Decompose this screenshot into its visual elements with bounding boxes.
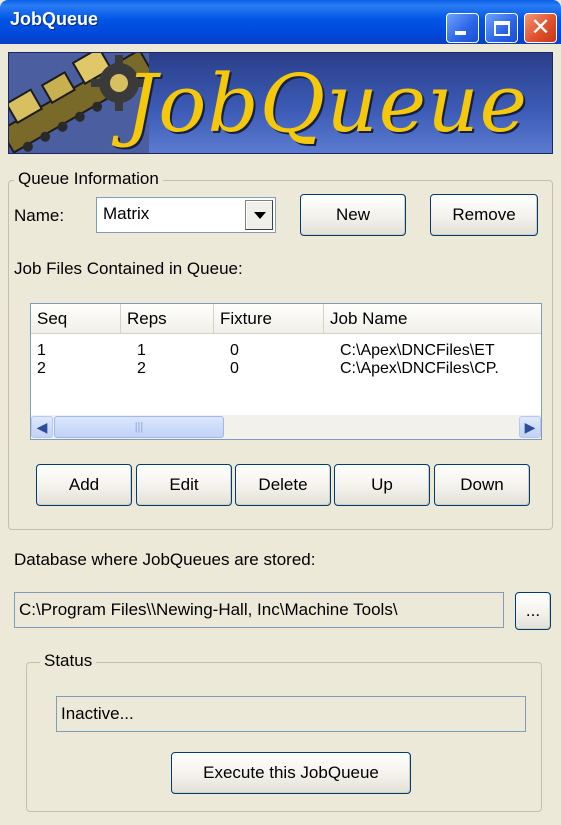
scroll-left-icon[interactable]: ◀ xyxy=(31,416,53,438)
column-header-reps[interactable]: Reps xyxy=(121,304,214,334)
browse-button[interactable]: ... xyxy=(515,592,551,630)
window-title: JobQueue xyxy=(10,9,99,29)
close-icon: ✕ xyxy=(530,14,551,41)
column-header-seq[interactable]: Seq xyxy=(31,304,121,334)
cell-seq: 1 xyxy=(37,342,46,359)
delete-button[interactable]: Delete xyxy=(235,464,331,506)
up-button[interactable]: Up xyxy=(334,464,430,506)
column-header-job-name[interactable]: Job Name xyxy=(324,304,541,334)
queue-information-legend: Queue Information xyxy=(14,169,163,189)
title-bar[interactable]: JobQueue ✕ xyxy=(0,0,561,44)
horizontal-scrollbar[interactable]: ◀ ||| ▶ xyxy=(31,415,541,439)
minimize-icon xyxy=(455,31,466,35)
remove-button[interactable]: Remove xyxy=(430,194,538,236)
job-files-list[interactable]: Seq Reps Fixture Job Name 1 1 0 C:\Apex\… xyxy=(30,303,542,440)
maximize-button[interactable] xyxy=(485,13,518,43)
database-label: Database where JobQueues are stored: xyxy=(14,550,316,569)
status-legend: Status xyxy=(40,651,97,671)
cell-seq: 2 xyxy=(37,360,46,377)
database-path-field[interactable]: C:\Program Files\\Newing-Hall, Inc\Machi… xyxy=(14,592,504,628)
new-button[interactable]: New xyxy=(300,194,406,236)
app-banner: JobQueue xyxy=(8,52,553,154)
execute-jobqueue-button[interactable]: Execute this JobQueue xyxy=(171,752,411,794)
scrollbar-thumb[interactable]: ||| xyxy=(54,416,224,438)
cell-fixture: 0 xyxy=(230,342,239,359)
name-label: Name: xyxy=(14,206,65,225)
cell-reps: 1 xyxy=(137,342,146,359)
table-row[interactable]: 2 2 0 C:\Apex\DNCFiles\CP. xyxy=(31,360,541,378)
cell-job-name: C:\Apex\DNCFiles\CP. xyxy=(340,360,499,377)
banner-title: JobQueue xyxy=(125,57,528,150)
job-files-label: Job Files Contained in Queue: xyxy=(14,259,243,278)
chevron-down-icon[interactable] xyxy=(245,200,273,230)
add-button[interactable]: Add xyxy=(36,464,132,506)
cell-reps: 2 xyxy=(137,360,146,377)
minimize-button[interactable] xyxy=(446,13,479,43)
scroll-right-icon[interactable]: ▶ xyxy=(519,416,541,438)
status-field: Inactive... xyxy=(56,696,526,732)
queue-name-dropdown[interactable]: Matrix xyxy=(96,197,276,233)
maximize-icon xyxy=(494,21,510,36)
edit-button[interactable]: Edit xyxy=(136,464,232,506)
list-header: Seq Reps Fixture Job Name xyxy=(31,304,541,334)
queue-name-value: Matrix xyxy=(103,204,150,223)
cell-fixture: 0 xyxy=(230,360,239,377)
close-button[interactable]: ✕ xyxy=(524,13,557,43)
down-button[interactable]: Down xyxy=(434,464,530,506)
column-header-fixture[interactable]: Fixture xyxy=(214,304,324,334)
cell-job-name: C:\Apex\DNCFiles\ET xyxy=(340,342,495,359)
table-row[interactable]: 1 1 0 C:\Apex\DNCFiles\ET xyxy=(31,342,541,360)
